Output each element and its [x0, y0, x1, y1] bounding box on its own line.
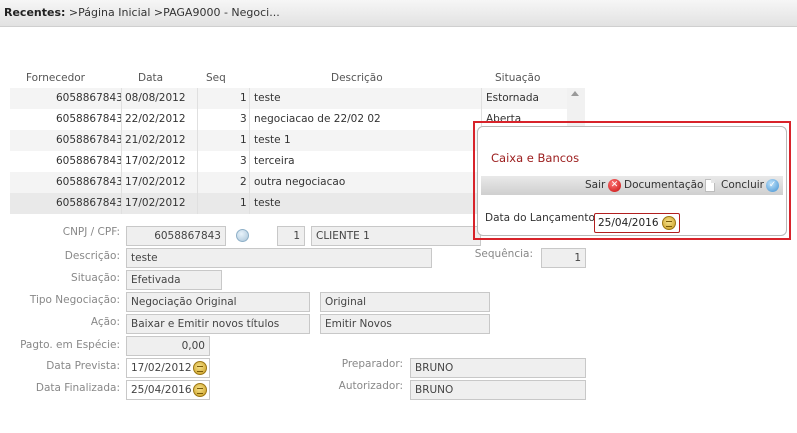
- data-lancamento-label: Data do Lançamento:: [485, 212, 599, 224]
- cell-data: 22/02/2012: [125, 113, 186, 125]
- sequencia-label: Sequência:: [474, 248, 533, 260]
- concluir-button[interactable]: Concluir: [721, 179, 764, 191]
- pagto-especie-field[interactable]: 0,00: [126, 336, 210, 356]
- close-icon[interactable]: ✕: [608, 179, 621, 192]
- autorizador-label: Autorizador:: [338, 380, 403, 392]
- tipo-negociacao-label: Tipo Negociação:: [29, 294, 120, 306]
- cell-descricao: teste 1: [254, 134, 291, 146]
- data-prevista-label: Data Prevista:: [46, 360, 120, 372]
- calendar-icon[interactable]: [662, 216, 676, 230]
- search-icon[interactable]: [236, 229, 249, 242]
- scroll-up-arrow-icon[interactable]: [571, 91, 579, 96]
- document-icon[interactable]: [705, 179, 715, 192]
- cell-descricao: teste: [254, 197, 281, 209]
- acao-field[interactable]: Baixar e Emitir novos títulos: [126, 314, 310, 334]
- situacao-field[interactable]: Efetivada: [126, 270, 222, 290]
- cliente-seq-field[interactable]: 1: [277, 226, 305, 246]
- descricao-field[interactable]: teste: [126, 248, 432, 268]
- cell-fornecedor: 6058867843: [56, 155, 123, 167]
- cell-seq: 1: [240, 134, 247, 146]
- cell-seq: 3: [240, 113, 247, 125]
- sequencia-field[interactable]: 1: [541, 248, 586, 268]
- documentacao-button[interactable]: Documentação: [624, 179, 703, 191]
- check-icon[interactable]: ✓: [766, 179, 779, 192]
- cell-fornecedor: 6058867843: [56, 197, 123, 209]
- table-row[interactable]: 6058867843 08/08/2012 1 teste Estornada: [10, 88, 570, 109]
- cell-data: 17/02/2012: [125, 176, 186, 188]
- column-divider: [121, 88, 122, 214]
- column-divider: [197, 88, 198, 214]
- col-header-seq[interactable]: Seq: [206, 72, 226, 84]
- cell-fornecedor: 6058867843: [56, 92, 123, 104]
- cell-seq: 1: [240, 197, 247, 209]
- recent-bar: Recentes: >Página Inicial >PAGA9000 - Ne…: [0, 0, 797, 27]
- col-header-descricao[interactable]: Descrição: [331, 72, 383, 84]
- tipo-negociacao-field[interactable]: Negociação Original: [126, 292, 310, 312]
- dialog-title: Caixa e Bancos: [491, 151, 580, 165]
- autorizador-field[interactable]: BRUNO: [410, 380, 586, 400]
- preparador-field[interactable]: BRUNO: [410, 358, 586, 378]
- cell-fornecedor: 6058867843: [56, 134, 123, 146]
- cell-data: 17/02/2012: [125, 155, 186, 167]
- col-header-data[interactable]: Data: [138, 72, 163, 84]
- cell-seq: 2: [240, 176, 247, 188]
- cell-data: 08/08/2012: [125, 92, 186, 104]
- calendar-icon[interactable]: [193, 361, 207, 375]
- data-lancamento-value: 25/04/2016: [598, 217, 659, 229]
- cell-data: 21/02/2012: [125, 134, 186, 146]
- col-header-situacao[interactable]: Situação: [495, 72, 540, 84]
- cell-fornecedor: 6058867843: [56, 113, 123, 125]
- cell-descricao: terceira: [254, 155, 295, 167]
- cell-descricao: teste: [254, 92, 281, 104]
- tipo-negociacao-desc-field[interactable]: Original: [320, 292, 490, 312]
- recent-label: Recentes:: [4, 6, 66, 19]
- cnpj-field[interactable]: 6058867843: [126, 226, 226, 246]
- cell-seq: 3: [240, 155, 247, 167]
- cliente-name-field[interactable]: CLIENTE 1: [311, 226, 481, 246]
- data-finalizada-label: Data Finalizada:: [35, 382, 120, 394]
- pagto-especie-label: Pagto. em Espécie:: [20, 339, 120, 351]
- col-header-fornecedor[interactable]: Fornecedor: [26, 72, 85, 84]
- cell-descricao: negociacao de 22/02 02: [254, 113, 381, 125]
- dialog-toolbar: Sair ✕ Documentação Concluir ✓: [481, 176, 783, 195]
- sair-button[interactable]: Sair: [585, 179, 605, 191]
- caixa-bancos-dialog: Caixa e Bancos Sair ✕ Documentação Concl…: [477, 126, 787, 236]
- breadcrumb-path[interactable]: >Página Inicial >PAGA9000 - Negoci...: [65, 6, 280, 19]
- cnpj-label: CNPJ / CPF:: [62, 226, 120, 238]
- acao-desc-field[interactable]: Emitir Novos: [320, 314, 490, 334]
- cell-fornecedor: 6058867843: [56, 176, 123, 188]
- calendar-icon[interactable]: [193, 383, 207, 397]
- situacao-label: Situação:: [71, 272, 120, 284]
- data-lancamento-field[interactable]: 25/04/2016: [594, 213, 680, 233]
- descricao-label: Descrição:: [64, 250, 120, 262]
- preparador-label: Preparador:: [341, 358, 403, 370]
- cell-data: 17/02/2012: [125, 197, 186, 209]
- column-divider: [249, 88, 250, 214]
- cell-seq: 1: [240, 92, 247, 104]
- cell-situacao: Estornada: [486, 92, 539, 104]
- acao-label: Ação:: [90, 316, 120, 328]
- cell-descricao: outra negociacao: [254, 176, 346, 188]
